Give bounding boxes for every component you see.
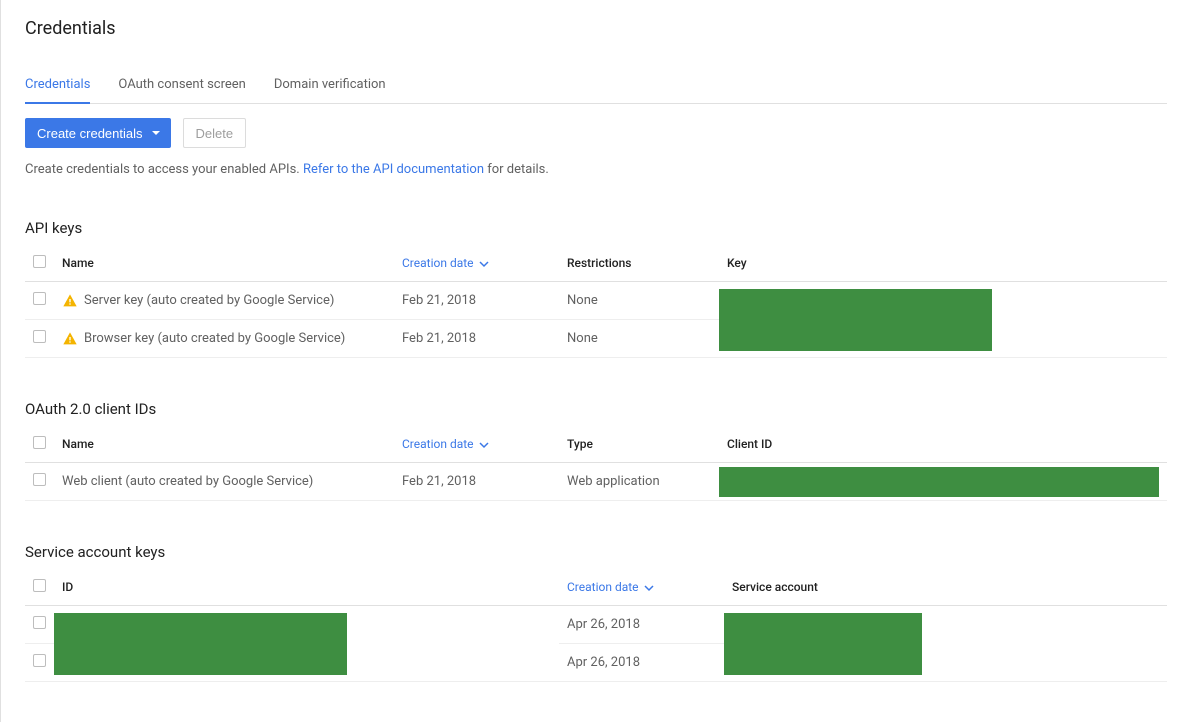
restrictions: None [559,282,719,320]
col-id[interactable]: ID [54,569,559,606]
tab-credentials[interactable]: Credentials [25,67,90,104]
col-creation-date[interactable]: Creation date [402,437,489,451]
oauth-table: Name Creation date Type Client ID Web cl… [25,426,1167,501]
tab-oauth-consent[interactable]: OAuth consent screen [118,67,245,104]
creation-date: Apr 26, 2018 [559,606,724,644]
page-title: Credentials [25,18,1167,39]
creation-date: Feb 21, 2018 [394,282,559,320]
redacted-key [719,289,992,351]
helper-suffix: for details. [484,162,549,177]
api-key-name: Server key (auto created by Google Servi… [84,293,334,308]
chevron-down-icon [479,440,489,450]
section-title-service: Service account keys [25,543,1167,561]
col-key[interactable]: Key [719,245,1167,282]
table-row[interactable]: Apr 26, 2018 [25,606,1167,644]
table-row[interactable]: Server key (auto created by Google Servi… [25,282,1167,320]
col-client-id[interactable]: Client ID [719,426,1167,463]
create-credentials-label: Create credentials [37,126,143,141]
oauth-type: Web application [559,463,719,501]
col-creation-date[interactable]: Creation date [402,256,489,270]
col-name[interactable]: Name [54,245,394,282]
helper-text: Create credentials to access your enable… [25,162,1167,177]
row-checkbox[interactable] [33,330,46,343]
caret-down-icon [151,128,161,138]
chevron-down-icon [479,259,489,269]
section-title-api-keys: API keys [25,219,1167,237]
helper-prefix: Create credentials to access your enable… [25,162,303,177]
col-type[interactable]: Type [559,426,719,463]
table-row[interactable]: Web client (auto created by Google Servi… [25,463,1167,501]
create-credentials-button[interactable]: Create credentials [25,118,171,148]
oauth-client-name: Web client (auto created by Google Servi… [62,474,313,489]
warning-icon [62,331,78,347]
warning-icon [62,293,78,309]
select-all-checkbox[interactable] [33,255,46,268]
tab-domain-verification[interactable]: Domain verification [274,67,386,104]
col-creation-date-label: Creation date [402,437,474,451]
api-key-name: Browser key (auto created by Google Serv… [84,331,345,346]
delete-button[interactable]: Delete [183,118,247,148]
redacted-id [54,613,347,675]
select-all-checkbox[interactable] [33,436,46,449]
col-creation-date-label: Creation date [567,580,639,594]
creation-date: Feb 21, 2018 [394,463,559,501]
row-checkbox[interactable] [33,292,46,305]
api-keys-table: Name Creation date Restrictions Key [25,245,1167,358]
section-title-oauth: OAuth 2.0 client IDs [25,400,1167,418]
col-name[interactable]: Name [54,426,394,463]
row-checkbox[interactable] [33,654,46,667]
col-creation-date-label: Creation date [402,256,474,270]
col-restrictions[interactable]: Restrictions [559,245,719,282]
col-creation-date[interactable]: Creation date [567,580,654,594]
redacted-service-account [724,613,922,675]
restrictions: None [559,320,719,358]
redacted-client-id [719,467,1159,497]
api-documentation-link[interactable]: Refer to the API documentation [303,162,484,177]
chevron-down-icon [644,583,654,593]
select-all-checkbox[interactable] [33,579,46,592]
row-checkbox[interactable] [33,616,46,629]
row-checkbox[interactable] [33,473,46,486]
col-service-account[interactable]: Service account [724,569,1167,606]
creation-date: Apr 26, 2018 [559,644,724,682]
service-account-table: ID Creation date Service account Apr 26,… [25,569,1167,682]
creation-date: Feb 21, 2018 [394,320,559,358]
tabs: Credentials OAuth consent screen Domain … [25,67,1167,104]
toolbar: Create credentials Delete [25,118,1167,148]
